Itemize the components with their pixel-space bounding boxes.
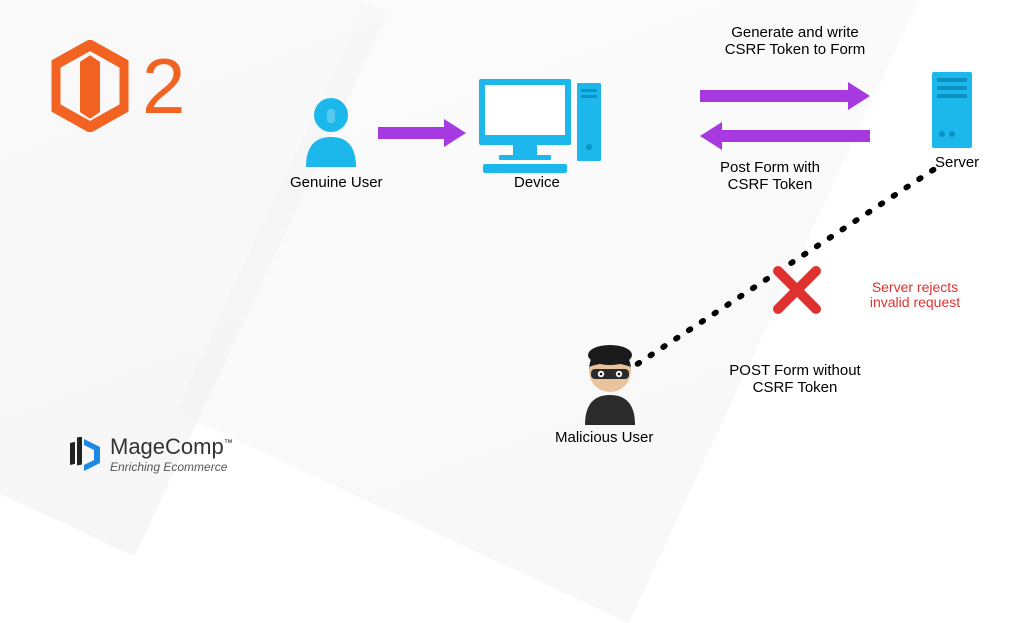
reject-label: Server rejects invalid request (855, 280, 975, 311)
company-tagline: Enriching Ecommerce (110, 460, 233, 474)
server-icon (930, 70, 974, 155)
malicious-user-label: Malicious User (555, 430, 653, 447)
server-label: Server (935, 155, 979, 172)
genuine-user-label: Genuine User (290, 175, 383, 192)
genuine-user-icon (300, 95, 362, 172)
device-label: Device (514, 175, 560, 192)
arrow-device-to-server (700, 82, 870, 115)
reject-x-icon (772, 265, 822, 320)
arrow-user-to-device (378, 119, 466, 152)
version-number: 2 (142, 41, 185, 132)
device-icon (475, 75, 605, 180)
post-without-token-label: POST Form without CSRF Token (715, 363, 875, 396)
magento-icon (50, 40, 130, 132)
post-with-token-label: Post Form with CSRF Token (700, 160, 840, 193)
malicious-user-icon (575, 345, 645, 430)
magecomp-icon (70, 437, 102, 471)
generate-token-label: Generate and write CSRF Token to Form (710, 25, 880, 58)
company-name: MageComp™ (110, 434, 233, 460)
magento2-logo: 2 (50, 40, 185, 132)
arrow-server-to-device (700, 122, 870, 155)
magecomp-logo: MageComp™ Enriching Ecommerce (70, 434, 233, 474)
